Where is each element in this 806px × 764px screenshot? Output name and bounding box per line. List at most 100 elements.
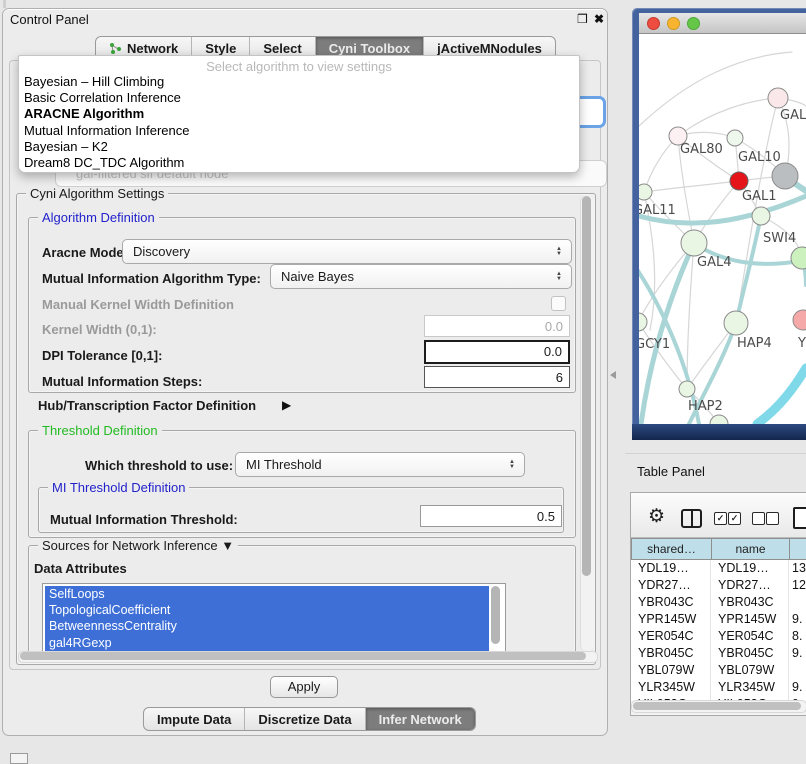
hub-expand-arrow-icon[interactable]: ▶ [282, 398, 291, 412]
list-item-topologicalcoefficient[interactable]: TopologicalCoefficient [45, 602, 489, 618]
data-attributes-list: SelfLoops TopologicalCoefficient Between… [42, 583, 506, 652]
cytopanel-mini-icon[interactable] [10, 753, 28, 764]
document-icon[interactable] [793, 507, 806, 529]
zoom-traffic-light-icon[interactable] [687, 17, 700, 30]
network-edge[interactable] [644, 136, 678, 192]
network-node[interactable] [772, 163, 798, 189]
node-label: GAL80 [680, 142, 723, 157]
dropdown-item-basic-correlation[interactable]: Basic Correlation Inference [19, 90, 579, 106]
select-all-checkbox-icon[interactable]: ✓ [714, 512, 727, 525]
mi-threshold-field[interactable]: 0.5 [420, 505, 562, 527]
table-horizontal-scrollbar-thumb[interactable] [633, 702, 801, 710]
control-panel-title: Control Panel [10, 12, 89, 27]
table-row[interactable]: YDL19…YDL19…13 [631, 560, 806, 577]
tab-impute-data[interactable]: Impute Data [144, 708, 244, 730]
network-node[interactable] [768, 88, 788, 108]
network-icon [109, 42, 122, 55]
network-node[interactable] [730, 172, 748, 190]
aracne-mode-combobox[interactable]: Discovery ▲▼ [122, 239, 572, 264]
network-window-bottom-border [632, 424, 806, 440]
network-node[interactable] [727, 130, 743, 146]
combo-arrows-icon: ▲▼ [551, 247, 571, 257]
settings-horizontal-scrollbar-thumb[interactable] [20, 652, 586, 660]
mi-algorithm-type-label: Mutual Information Algorithm Type: [42, 271, 261, 286]
network-node[interactable] [679, 381, 695, 397]
network-edge[interactable] [678, 98, 778, 136]
network-node[interactable] [793, 310, 806, 330]
panel-divider [625, 453, 806, 454]
mi-threshold-definition-legend: MI Threshold Definition [48, 480, 189, 495]
table-row[interactable]: YBR045CYBR045C9. [631, 645, 806, 662]
network-node[interactable] [752, 207, 770, 225]
column-header-shared-name[interactable]: shared… [631, 538, 712, 560]
close-traffic-light-icon[interactable] [647, 17, 660, 30]
manual-kernel-width-checkbox[interactable] [551, 296, 566, 311]
minimize-traffic-light-icon[interactable] [667, 17, 680, 30]
splitter-handle-icon[interactable] [610, 371, 616, 379]
cyni-bottom-tabbar: Impute Data Discretize Data Infer Networ… [143, 707, 476, 731]
network-node[interactable] [681, 230, 707, 256]
table-row[interactable]: YLR345WYLR345W9. [631, 679, 806, 696]
table-row[interactable]: YDR27…YDR27…12 [631, 577, 806, 594]
column-header-name[interactable]: name [711, 538, 790, 560]
network-edge[interactable] [757, 368, 806, 424]
network-edge[interactable] [644, 181, 739, 192]
mi-algorithm-type-combobox[interactable]: Naive Bayes ▲▼ [270, 264, 572, 289]
network-edge[interactable] [736, 216, 761, 323]
network-window-titlebar[interactable] [639, 13, 806, 34]
dropdown-item-bayesian-hill-climbing[interactable]: Bayesian – Hill Climbing [19, 74, 579, 90]
network-node[interactable] [791, 247, 806, 269]
table-row[interactable]: YBR043CYBR043C [631, 594, 806, 611]
dropdown-item-bayesian-k2[interactable]: Bayesian – K2 [19, 139, 579, 155]
list-item-betweennesscentrality[interactable]: BetweennessCentrality [45, 618, 489, 634]
sources-collapse-arrow-icon: ▼ [221, 538, 234, 553]
data-attributes-label: Data Attributes [34, 561, 127, 576]
dpi-tolerance-label: DPI Tolerance [0,1]: [42, 348, 162, 363]
tab-discretize-data[interactable]: Discretize Data [244, 708, 364, 730]
network-node[interactable] [639, 184, 652, 200]
node-label: GAL10 [738, 150, 781, 165]
table-row[interactable]: YER054CYER054C8. [631, 628, 806, 645]
mi-steps-field[interactable]: 6 [424, 366, 570, 388]
columns-icon[interactable] [681, 509, 702, 528]
apply-button[interactable]: Apply [270, 676, 338, 698]
which-threshold-combobox[interactable]: MI Threshold ▲▼ [235, 452, 525, 477]
node-label: HAP4 [737, 336, 772, 351]
mi-threshold-label: Mutual Information Threshold: [50, 512, 238, 527]
node-label: GAL1 [742, 189, 776, 204]
network-node[interactable] [639, 313, 647, 331]
hub-definition-label[interactable]: Hub/Transcription Factor Definition [38, 398, 256, 413]
node-label: SWI4 [763, 231, 796, 246]
table-body: YDL19…YDL19…13 YDR27…YDR27…12 YBR043CYBR… [631, 560, 806, 701]
network-edge[interactable] [639, 52, 792, 126]
list-item-selfloops[interactable]: SelfLoops [45, 586, 489, 602]
float-window-icon[interactable]: ❒ [577, 12, 588, 26]
select-all-checkbox-icon[interactable]: ✓ [728, 512, 741, 525]
network-node[interactable] [724, 311, 748, 335]
close-window-icon[interactable]: ✖ [594, 12, 604, 26]
tab-infer-network[interactable]: Infer Network [365, 708, 475, 730]
deselect-all-checkbox-icon[interactable] [752, 512, 765, 525]
column-header-cut[interactable] [789, 538, 806, 560]
aracne-mode-label: Aracne Mode: [42, 245, 128, 260]
table-row[interactable]: YPR145WYPR145W9. [631, 611, 806, 628]
list-scrollbar-thumb[interactable] [491, 586, 500, 644]
node-label: GCY1 [639, 337, 670, 352]
dropdown-item-dream8[interactable]: Dream8 DC_TDC Algorithm [19, 155, 579, 171]
screenshot-root: { "control_panel": { "title": "Control P… [0, 0, 806, 762]
combo-arrows-icon: ▲▼ [551, 272, 571, 282]
gear-icon[interactable]: ⚙ [648, 505, 665, 528]
network-canvas[interactable]: GALGAL80GAL10GAL1GAL11SWI4GAL4GCY1HAP4YH… [639, 34, 806, 424]
list-item-gal4rgexp[interactable]: gal4RGexp [45, 635, 489, 651]
node-label: GAL11 [639, 203, 676, 218]
table-row[interactable]: YBL079WYBL079W [631, 662, 806, 679]
deselect-all-checkbox-icon[interactable] [766, 512, 779, 525]
sources-legend[interactable]: Sources for Network Inference ▼ [38, 538, 238, 553]
dropdown-item-mutual-information[interactable]: Mutual Information Inference [19, 123, 579, 139]
settings-vertical-scrollbar-thumb[interactable] [582, 196, 591, 576]
kernel-width-label: Kernel Width (0,1): [42, 322, 157, 337]
dpi-tolerance-field[interactable]: 0.0 [424, 340, 570, 364]
dropdown-item-aracne[interactable]: ARACNE Algorithm [19, 106, 579, 122]
network-edge[interactable] [687, 243, 694, 389]
kernel-width-field[interactable]: 0.0 [424, 315, 570, 337]
